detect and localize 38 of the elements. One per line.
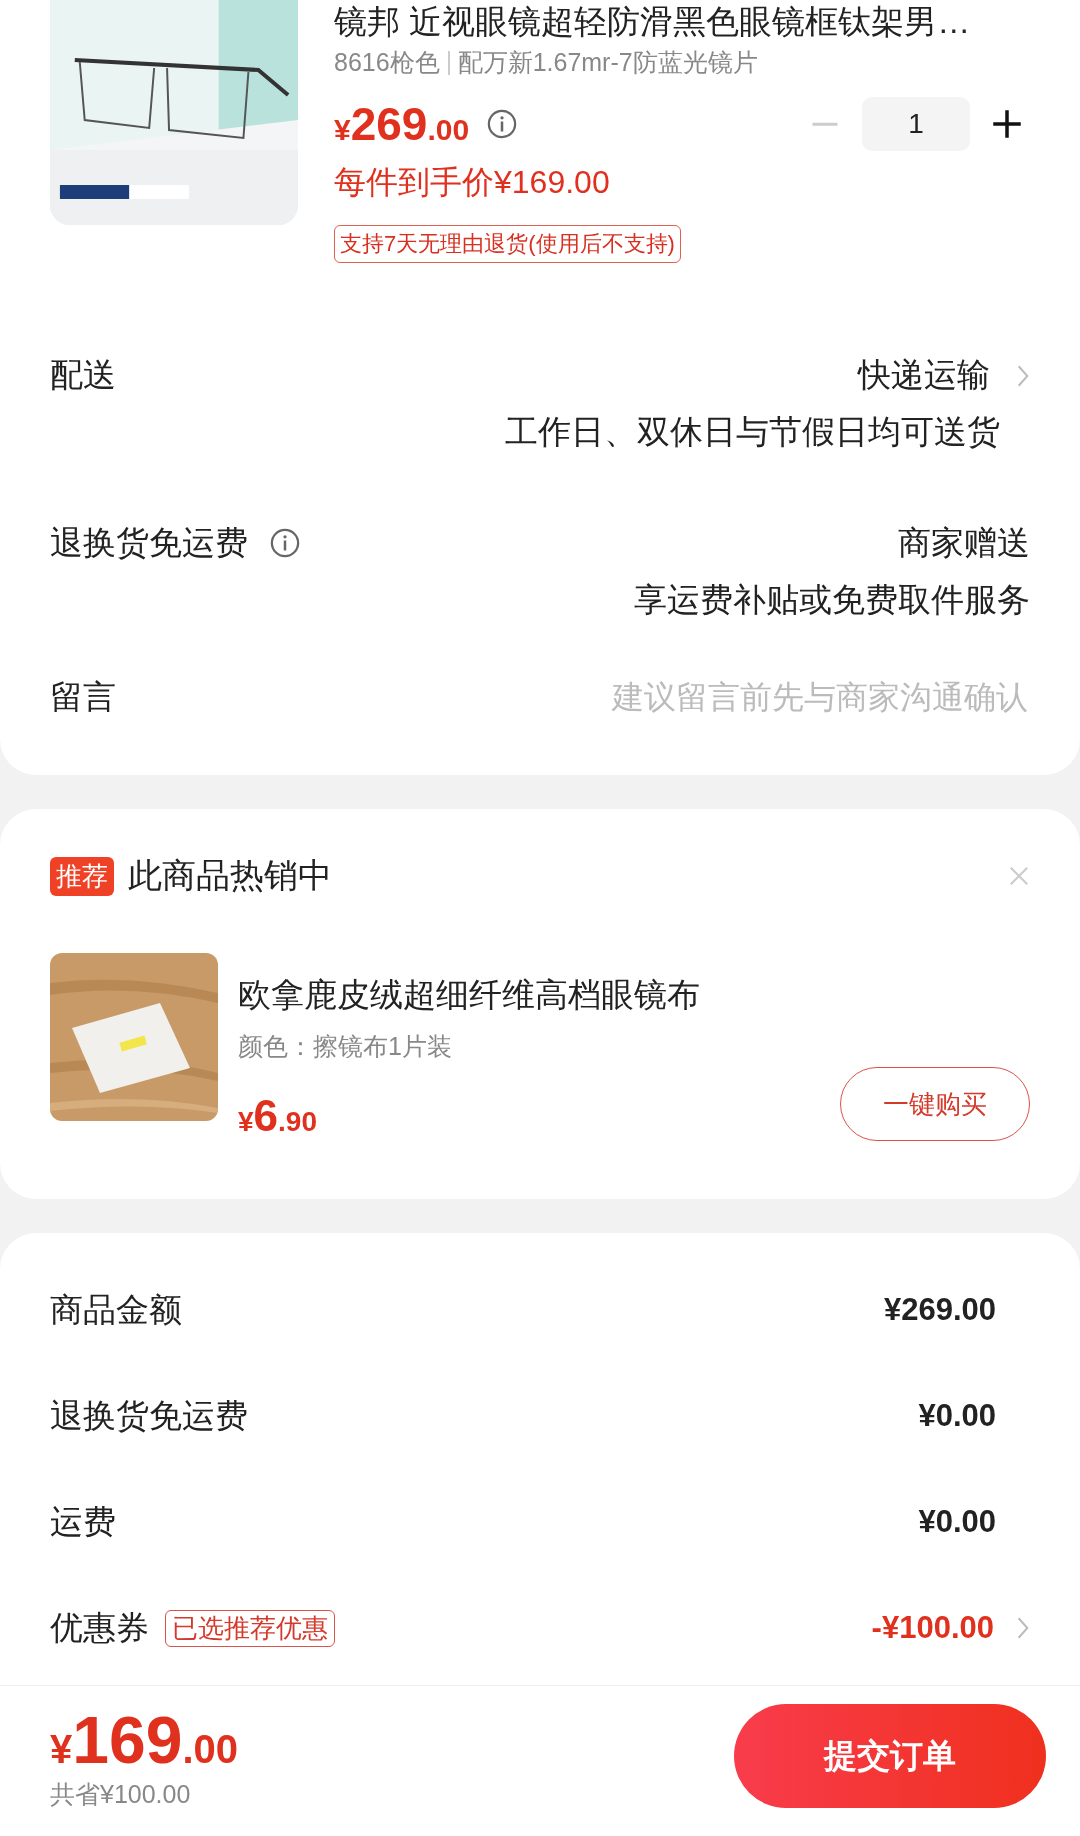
info-icon[interactable] (270, 528, 300, 558)
product-title: 镜邦 近视眼镜超轻防滑黑色眼镜框钛架男… (334, 2, 972, 42)
option-note: 工作日、双休日与节假日均可送货 (505, 412, 1000, 452)
product-spec: 颜色：擦镜布1片装 (238, 1031, 453, 1062)
summary-label: 商品金额 (50, 1289, 182, 1330)
option-label: 留言 (50, 676, 116, 717)
message-field[interactable]: 建议留言前先与商家沟通确认 (526, 677, 1030, 717)
close-icon[interactable] (1008, 865, 1030, 887)
summary-value: ¥0.00 (918, 1504, 996, 1540)
info-icon[interactable] (487, 109, 518, 139)
product-price: ¥6.90 (238, 1091, 317, 1141)
summary-value[interactable]: -¥100.00 (871, 1610, 994, 1646)
product-color: 8616枪色 (334, 47, 440, 78)
savings-text: 共省¥100.00 (50, 1778, 192, 1810)
option-value[interactable]: 商家赠送 (898, 521, 1030, 566)
recommend-badge: 推荐 (50, 856, 114, 896)
option-value[interactable]: 快递运输 (858, 353, 990, 398)
option-label: 配送 (50, 354, 116, 395)
plus-icon[interactable] (992, 109, 1022, 139)
summary-label: 运费 (50, 1501, 116, 1542)
return-policy-tag: 支持7天无理由退货(使用后不支持) (334, 225, 681, 263)
product-lens: 配万新1.67mr-7防蓝光镜片 (457, 47, 758, 78)
summary-value: ¥0.00 (918, 1398, 996, 1434)
coupon-tag: 已选推荐优惠 (165, 1609, 335, 1647)
option-note: 享运费补贴或免费取件服务 (634, 580, 1030, 620)
summary-label: 退换货免运费 (50, 1395, 248, 1436)
submit-order-button[interactable]: 提交订单 (734, 1704, 1046, 1808)
chevron-right-icon[interactable] (1016, 1615, 1030, 1641)
summary-label: 优惠券 (50, 1607, 149, 1648)
summary-value: ¥269.00 (883, 1292, 996, 1328)
quantity-field[interactable]: 1 (862, 97, 970, 151)
option-label: 退换货免运费 (50, 522, 248, 563)
product-price: ¥269.00 (334, 97, 470, 151)
section-title: 此商品热销中 (128, 855, 332, 896)
net-price: 每件到手价¥169.00 (334, 163, 611, 202)
product-name: 欧拿鹿皮绒超细纤维高档眼镜布 (238, 975, 701, 1015)
total-price: ¥169.00 (50, 1701, 238, 1778)
buy-now-button[interactable]: 一键购买 (840, 1067, 1030, 1141)
